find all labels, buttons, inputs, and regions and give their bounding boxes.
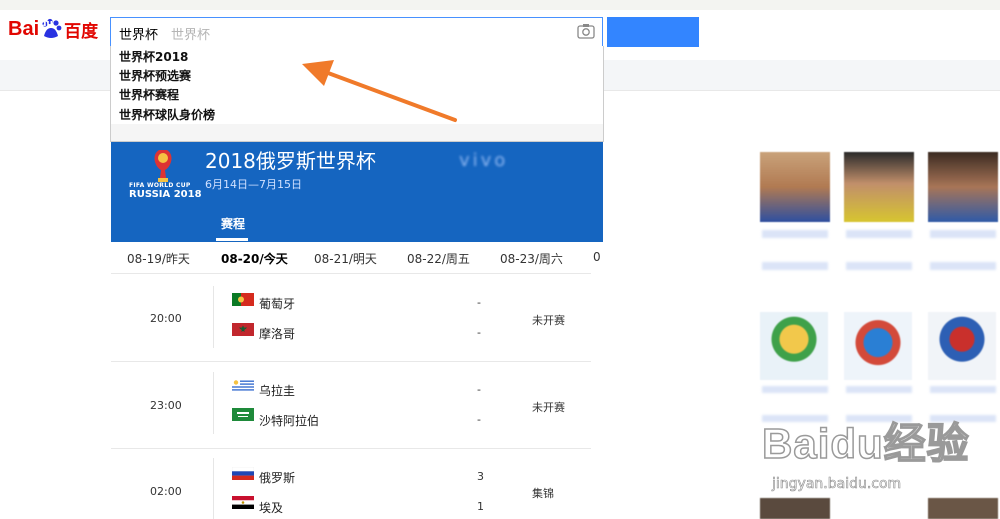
divider: [111, 361, 591, 362]
team-score: 3: [477, 470, 484, 483]
search-input-value: 世界杯: [119, 28, 159, 43]
baidu-logo[interactable]: Bai du 百度: [8, 14, 98, 44]
team-name[interactable]: 俄罗斯: [259, 469, 295, 486]
watermark-text: Baidu经验: [761, 419, 970, 468]
tab-schedule[interactable]: 赛程: [221, 215, 245, 232]
russia-flag-icon: [232, 467, 254, 480]
match-status[interactable]: 未开赛: [532, 312, 565, 328]
date-tab[interactable]: 08-23/周六: [500, 250, 563, 267]
baidu-jingyan-watermark: Baidu经验 jingyan.baidu.com: [761, 410, 970, 492]
event-logo[interactable]: [844, 312, 912, 380]
divider: [213, 458, 214, 519]
date-tab-active[interactable]: 08-20/今天: [221, 250, 288, 267]
uruguay-flag-icon: [232, 379, 254, 392]
player-caption[interactable]: [846, 230, 912, 270]
event-logo[interactable]: [928, 312, 996, 380]
team-score: -: [477, 413, 481, 426]
date-tab[interactable]: 08-19/昨天: [127, 250, 190, 267]
team-score: -: [477, 296, 481, 309]
player-caption[interactable]: [762, 230, 828, 270]
emblem-text-fifa: FIFA WORLD CUP: [129, 182, 191, 189]
player-photo[interactable]: [760, 498, 830, 519]
match-time: 02:00: [150, 485, 182, 498]
date-tab[interactable]: 08-22/周五: [407, 250, 470, 267]
team-name[interactable]: 摩洛哥: [259, 325, 295, 342]
suggestion-item[interactable]: 世界杯2018: [119, 48, 188, 65]
banner-title: 2018俄罗斯世界杯: [205, 149, 376, 173]
divider: [111, 273, 591, 274]
portugal-flag-icon: [232, 293, 254, 306]
team-score: -: [477, 326, 481, 339]
team-score: 1: [477, 500, 484, 513]
team-name[interactable]: 葡萄牙: [259, 295, 295, 312]
date-tab[interactable]: 0: [593, 250, 601, 264]
suggestion-item[interactable]: 世界杯赛程: [119, 86, 179, 103]
event-logo[interactable]: [760, 312, 828, 380]
match-status[interactable]: 未开赛: [532, 399, 565, 415]
match-time: 23:00: [150, 399, 182, 412]
sponsor-logo: vivo: [459, 150, 509, 171]
annotation-arrow: [302, 60, 457, 122]
browser-top-strip: [0, 0, 1000, 10]
watermark-url: jingyan.baidu.com: [772, 476, 902, 493]
search-input[interactable]: 世界杯 世界杯: [110, 17, 603, 47]
logo-bai-text: Bai: [8, 17, 40, 40]
banner-dates: 6月14日—7月15日: [205, 178, 302, 191]
camera-icon[interactable]: [577, 23, 595, 39]
logo-cn-text: 百度: [64, 21, 99, 42]
divider: [213, 286, 214, 348]
team-score: -: [477, 383, 481, 396]
logo-du-text: du: [40, 19, 53, 29]
player-photo[interactable]: [844, 152, 914, 222]
match-time: 20:00: [150, 312, 182, 325]
saudi-arabia-flag-icon: [232, 408, 254, 421]
divider: [213, 372, 214, 434]
search-button[interactable]: [607, 17, 699, 47]
suggestion-item[interactable]: 世界杯预选赛: [119, 67, 191, 84]
player-photo[interactable]: [928, 498, 998, 519]
date-tab[interactable]: 08-21/明天: [314, 250, 377, 267]
active-tab-underline: [216, 238, 248, 241]
morocco-flag-icon: [232, 323, 254, 336]
team-name[interactable]: 乌拉圭: [259, 382, 295, 399]
worldcup-banner: FIFA WORLD CUP RUSSIA 2018 2018俄罗斯世界杯 6月…: [111, 142, 603, 242]
divider: [111, 448, 591, 449]
egypt-flag-icon: [232, 496, 254, 509]
player-photo[interactable]: [928, 152, 998, 222]
team-name[interactable]: 埃及: [259, 499, 283, 516]
player-caption[interactable]: [930, 230, 996, 270]
match-status[interactable]: 集锦: [532, 485, 554, 501]
date-tabs: 08-19/昨天 08-20/今天 08-21/明天 08-22/周五 08-2…: [111, 243, 603, 273]
player-photo[interactable]: [760, 152, 830, 222]
suggestion-item[interactable]: 世界杯球队身价榜: [119, 106, 215, 123]
emblem-text-russia: RUSSIA 2018: [129, 189, 202, 200]
team-name[interactable]: 沙特阿拉伯: [259, 412, 319, 429]
search-input-hint: 世界杯: [171, 28, 211, 43]
